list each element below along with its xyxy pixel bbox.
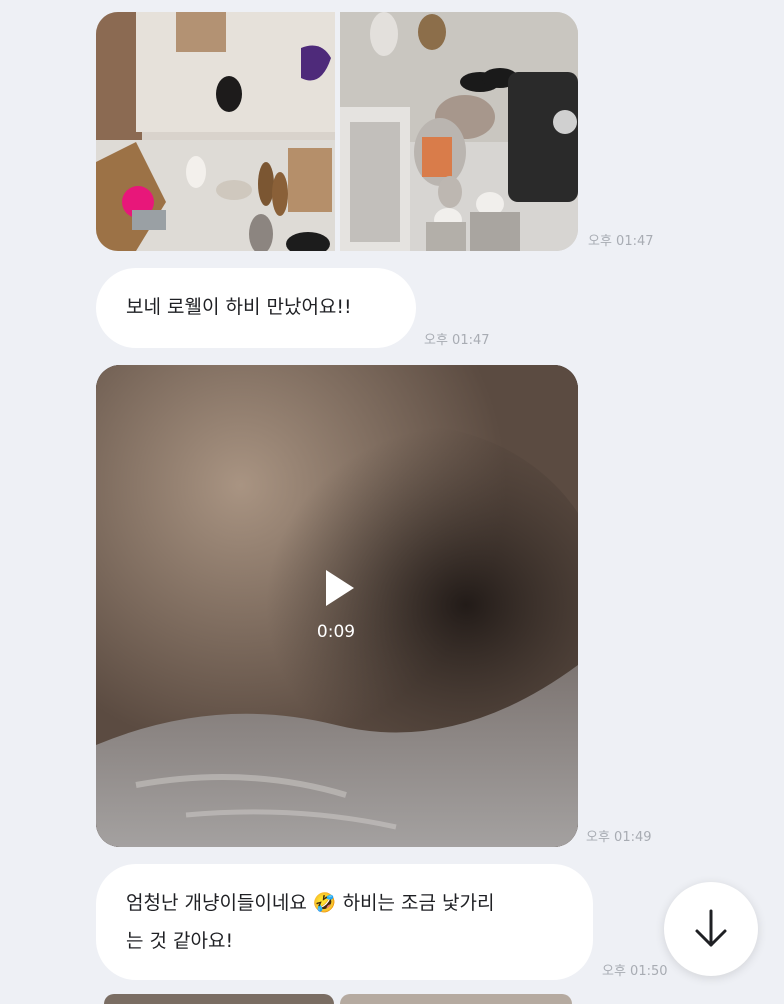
- photo-thumbnail-left[interactable]: [96, 12, 335, 251]
- message-timestamp: 오후 01:50: [602, 964, 668, 979]
- message-bubble: 엄청난 개냥이들이네요 🤣 하비는 조금 낯가리 는 것 같아요!: [96, 864, 593, 980]
- message-text-line: 는 것 같아요!: [126, 930, 234, 952]
- message-timestamp: 오후 01:49: [586, 830, 652, 845]
- message-text: 보네 로웰이 하비 만났어요!!: [126, 296, 352, 318]
- scroll-to-bottom-button[interactable]: [664, 882, 758, 976]
- photo-thumbnail-peek[interactable]: [340, 994, 572, 1004]
- video-duration: 0:09: [316, 622, 356, 642]
- message-timestamp: 오후 01:47: [424, 333, 490, 348]
- message-bubble: 보네 로웰이 하비 만났어요!!: [96, 268, 416, 348]
- arrow-down-icon: [695, 909, 727, 947]
- message-text-line: 엄청난 개냥이들이네요 🤣 하비는 조금 낯가리: [126, 892, 495, 914]
- photo-thumbnail-right[interactable]: [340, 12, 578, 251]
- photo-thumbnail-peek[interactable]: [104, 994, 334, 1004]
- play-icon[interactable]: [322, 568, 356, 608]
- message-timestamp: 오후 01:47: [588, 234, 654, 249]
